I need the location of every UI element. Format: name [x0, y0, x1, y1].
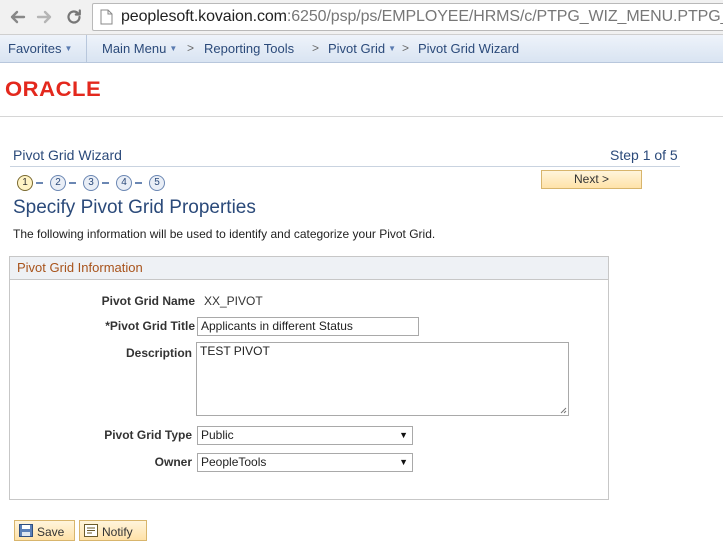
breadcrumb-label: Pivot Grid Wizard: [418, 41, 520, 56]
wizard-step-indicator: Step 1 of 5: [610, 147, 678, 163]
step-connector: [102, 182, 109, 184]
dropdown-arrow-icon: ▼: [399, 457, 408, 467]
main-menu[interactable]: Main Menu ▼: [102, 41, 177, 56]
pivot-grid-type-value: Public: [201, 428, 234, 442]
description-text: TEST PIVOT: [200, 344, 270, 358]
chevron-down-icon: ▼: [388, 44, 396, 53]
floppy-disk-icon: [19, 524, 33, 537]
pivot-grid-type-label: Pivot Grid Type: [104, 428, 192, 442]
step-1[interactable]: 1: [17, 175, 33, 191]
url-host: peoplesoft.kovaion.com: [121, 8, 287, 25]
owner-value: PeopleTools: [201, 455, 267, 469]
step-5[interactable]: 5: [149, 175, 165, 191]
wizard-title: Pivot Grid Wizard: [13, 147, 122, 163]
url-text: peoplesoft.kovaion.com:6250/psp/ps/EMPLO…: [121, 8, 723, 26]
breadcrumb-separator: >: [402, 41, 410, 55]
group-title: Pivot Grid Information: [17, 260, 143, 275]
step-4[interactable]: 4: [116, 175, 132, 191]
description-label: Description: [125, 346, 192, 360]
menu-divider: [86, 35, 87, 62]
breadcrumb-separator: >: [187, 41, 195, 55]
url-path: :6250/psp/ps/EMPLOYEE/HRMS/c/PTPG_WIZ_ME…: [286, 8, 723, 25]
breadcrumb-reporting-tools[interactable]: Reporting Tools: [204, 41, 294, 56]
favorites-menu[interactable]: Favorites ▼: [8, 41, 72, 56]
group-header: Pivot Grid Information: [10, 257, 608, 280]
notify-label: Notify: [102, 525, 133, 539]
pivot-grid-title-input[interactable]: Applicants in different Status: [197, 317, 419, 336]
breadcrumb-pivot-grid[interactable]: Pivot Grid ▼: [328, 41, 396, 56]
page-icon: [100, 9, 113, 30]
resize-grip-icon[interactable]: [560, 407, 567, 414]
save-label: Save: [37, 525, 65, 539]
back-arrow-icon[interactable]: [6, 6, 28, 28]
description-textarea[interactable]: TEST PIVOT: [196, 342, 569, 416]
page-title: Specify Pivot Grid Properties: [13, 197, 256, 218]
page-description: The following information will be used t…: [13, 227, 436, 241]
main-menu-label: Main Menu: [102, 41, 167, 56]
owner-select[interactable]: PeopleTools ▼: [197, 453, 413, 472]
breadcrumb-separator: >: [312, 41, 320, 55]
pivot-grid-name-label: Pivot Grid Name: [101, 294, 195, 308]
pivot-grid-type-select[interactable]: Public ▼: [197, 426, 413, 445]
step-connector: [135, 182, 142, 184]
menu-bar: Favorites ▼ Main Menu ▼ > Reporting Tools …: [0, 35, 723, 63]
address-bar[interactable]: peoplesoft.kovaion.com:6250/psp/ps/EMPLO…: [92, 3, 723, 31]
step-connector: [36, 182, 43, 184]
breadcrumb-label: Reporting Tools: [204, 41, 295, 56]
pivot-grid-info-group: Pivot Grid Information Pivot Grid Name X…: [9, 256, 609, 500]
next-button[interactable]: Next >: [541, 170, 642, 189]
pivot-grid-title-label: *Pivot Grid Title: [105, 319, 195, 333]
save-button[interactable]: Save: [14, 520, 75, 541]
breadcrumb-pivot-grid-wizard[interactable]: Pivot Grid Wizard: [418, 41, 519, 56]
favorites-label: Favorites: [8, 41, 62, 56]
owner-label: Owner: [154, 455, 192, 469]
step-connector: [69, 182, 76, 184]
step-3[interactable]: 3: [83, 175, 99, 191]
notify-button[interactable]: Notify: [79, 520, 147, 541]
chevron-down-icon: ▼: [64, 44, 73, 53]
forward-arrow-icon[interactable]: [34, 6, 56, 28]
chevron-down-icon: ▼: [169, 44, 178, 53]
breadcrumb-label: Pivot Grid: [328, 41, 386, 56]
divider: [10, 166, 680, 167]
browser-toolbar: peoplesoft.kovaion.com:6250/psp/ps/EMPLO…: [0, 0, 723, 35]
oracle-logo: ORACLE: [5, 78, 102, 101]
dropdown-arrow-icon: ▼: [399, 430, 408, 440]
notify-icon: [84, 524, 98, 537]
page-header: ORACLE: [0, 63, 723, 117]
pivot-grid-name-value: XX_PIVOT: [204, 294, 263, 308]
reload-icon[interactable]: [63, 6, 85, 28]
step-2[interactable]: 2: [50, 175, 66, 191]
